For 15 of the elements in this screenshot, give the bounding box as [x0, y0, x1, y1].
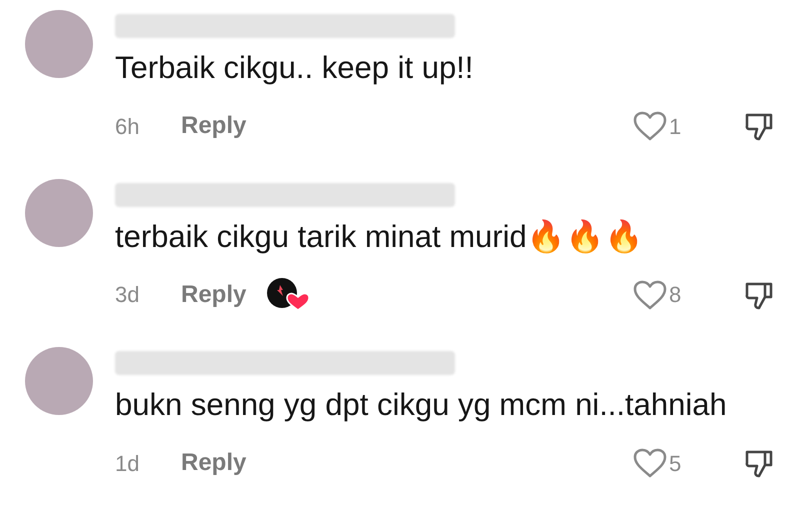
comment-text: terbaik cikgu tarik minat murid🔥🔥🔥	[115, 218, 645, 256]
comment-text: Terbaik cikgu.. keep it up!!	[115, 49, 474, 87]
like-count: 5	[669, 450, 682, 478]
comment-text: bukn senng yg dpt cikgu yg mcm ni...tahniah	[115, 386, 728, 424]
comment-time: 6h	[115, 112, 140, 140]
like-count: 8	[669, 281, 682, 310]
reply-link[interactable]: Reply	[181, 276, 246, 313]
comment-time: 1d	[115, 450, 140, 478]
heart-outline-icon[interactable]	[633, 111, 667, 141]
reply-link[interactable]: Reply	[181, 108, 246, 144]
heart-outline-icon[interactable]	[633, 280, 667, 310]
heart-outline-icon[interactable]	[633, 448, 667, 478]
like-count: 1	[669, 112, 682, 140]
reply-link[interactable]: Reply	[181, 445, 246, 482]
comment-time: 3d	[115, 281, 140, 310]
